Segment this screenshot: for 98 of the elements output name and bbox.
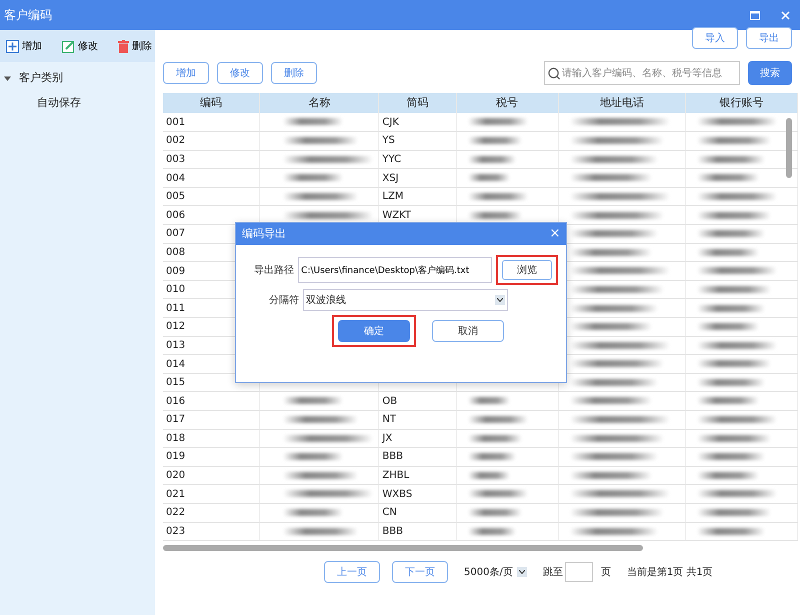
- column-header[interactable]: 银行账号: [685, 93, 798, 113]
- blurred-text: [468, 118, 528, 126]
- column-header[interactable]: 税号: [456, 93, 558, 113]
- toolbar-button[interactable]: 导入: [692, 27, 738, 49]
- tree-item[interactable]: 自动保存: [37, 94, 81, 111]
- blurred-text: [468, 156, 516, 163]
- column-header[interactable]: 简码: [378, 93, 456, 113]
- jump-label: 跳至: [542, 566, 563, 580]
- table-cell: XSJ: [378, 168, 456, 188]
- path-field[interactable]: C:\Users\finance\Desktop\客户编码.txt: [298, 257, 492, 283]
- action-button[interactable]: 修改: [217, 62, 263, 84]
- blurred-text: [696, 174, 759, 182]
- table-cell: 003: [163, 150, 260, 169]
- add-icon: [6, 40, 19, 52]
- blurred-text: [468, 490, 528, 498]
- table-cell: BBB: [378, 522, 456, 541]
- blurred-text: [468, 397, 510, 404]
- blurred-text: [283, 174, 344, 182]
- blurred-text: [468, 192, 528, 200]
- table-cell: 002: [163, 132, 260, 150]
- table-cell: 023: [163, 522, 260, 541]
- vertical-scrollbar[interactable]: [786, 118, 792, 178]
- table-cell: OB: [378, 392, 456, 410]
- table-cell: BBB: [378, 448, 456, 466]
- table-cell: 018: [163, 429, 260, 448]
- table-cell: CN: [378, 503, 456, 522]
- search-icon: [548, 66, 560, 80]
- caret-icon[interactable]: [4, 74, 11, 82]
- table-cell: 019: [163, 448, 260, 466]
- separator-select[interactable]: 双波浪线: [303, 289, 508, 311]
- blurred-text: [696, 248, 759, 256]
- table-cell: 001: [163, 113, 260, 132]
- edit-tool-button[interactable]: 修改: [60, 38, 100, 54]
- table-cell: ZHBL: [378, 466, 456, 485]
- table-cell: 022: [163, 503, 260, 522]
- field-label: 分隔符: [268, 294, 299, 308]
- table-cell: NT: [378, 410, 456, 430]
- dialog-close-button[interactable]: ×: [544, 224, 566, 244]
- table-cell: WXBS: [378, 484, 456, 504]
- table-cell: 020: [163, 466, 260, 485]
- toolbar-button[interactable]: 导出: [746, 27, 792, 49]
- search-field[interactable]: 请输入客户编码、名称、税号等信息: [544, 61, 740, 85]
- delete-tool-button[interactable]: 删除: [116, 38, 154, 54]
- blurred-text: [283, 397, 344, 404]
- column-header[interactable]: 名称: [260, 93, 379, 113]
- table-cell: 016: [163, 392, 260, 410]
- blurred-text: [468, 453, 516, 460]
- action-button[interactable]: 增加: [163, 62, 209, 84]
- tree-item[interactable]: 客户类别: [19, 70, 63, 86]
- blurred-text: [696, 156, 765, 163]
- window-title: 客户编码: [3, 7, 52, 24]
- blurred-text: [468, 472, 510, 479]
- blurred-text: [468, 509, 522, 516]
- table-cell: 021: [163, 484, 260, 504]
- blurred-text: [696, 230, 765, 238]
- next-page-button[interactable]: 下一页: [392, 561, 448, 584]
- page-size-select[interactable]: 5000条/页: [464, 564, 527, 580]
- blurred-text: [468, 137, 522, 144]
- browse-button[interactable]: 浏览: [502, 260, 552, 280]
- trash-icon: [118, 40, 129, 52]
- table-cell: CJK: [378, 113, 456, 132]
- cancel-button[interactable]: 取消: [432, 320, 504, 342]
- blurred-text: [468, 416, 528, 424]
- blurred-text: [696, 304, 765, 312]
- maximize-icon: [750, 10, 760, 20]
- table-cell: LZM: [378, 187, 456, 206]
- blurred-text: [696, 323, 759, 330]
- page-unit-label: 页: [600, 566, 611, 580]
- blurred-text: [696, 528, 765, 535]
- table-cell: YYC: [378, 150, 456, 169]
- edit-icon: [62, 40, 75, 52]
- close-icon: [780, 10, 790, 20]
- blurred-text: [468, 212, 522, 219]
- prev-page-button[interactable]: 上一页: [324, 561, 380, 584]
- table-cell: 005: [163, 187, 260, 206]
- blurred-text: [283, 118, 344, 126]
- blurred-text: [283, 509, 344, 516]
- page-status: 当前是第1页 共1页: [626, 566, 713, 580]
- blurred-text: [468, 528, 516, 535]
- column-header[interactable]: 编码: [163, 93, 260, 113]
- blurred-text: [283, 453, 344, 460]
- page-number-field[interactable]: [564, 562, 593, 582]
- blurred-text: [696, 397, 759, 404]
- table-cell: 004: [163, 168, 260, 188]
- action-button[interactable]: 删除: [271, 62, 317, 84]
- blurred-text: [696, 472, 759, 479]
- blurred-text: [468, 174, 510, 182]
- blurred-text: [696, 378, 765, 386]
- column-header[interactable]: 地址电话: [558, 93, 686, 113]
- table-cell: JX: [378, 429, 456, 448]
- add-tool-button[interactable]: 增加: [4, 38, 44, 54]
- confirm-button[interactable]: 确定: [338, 320, 410, 342]
- horizontal-scrollbar[interactable]: [163, 545, 643, 552]
- table-cell: 017: [163, 410, 260, 430]
- table-cell: YS: [378, 132, 456, 150]
- search-button[interactable]: 搜索: [748, 61, 792, 85]
- blurred-text: [696, 453, 765, 460]
- blurred-text: [468, 434, 522, 442]
